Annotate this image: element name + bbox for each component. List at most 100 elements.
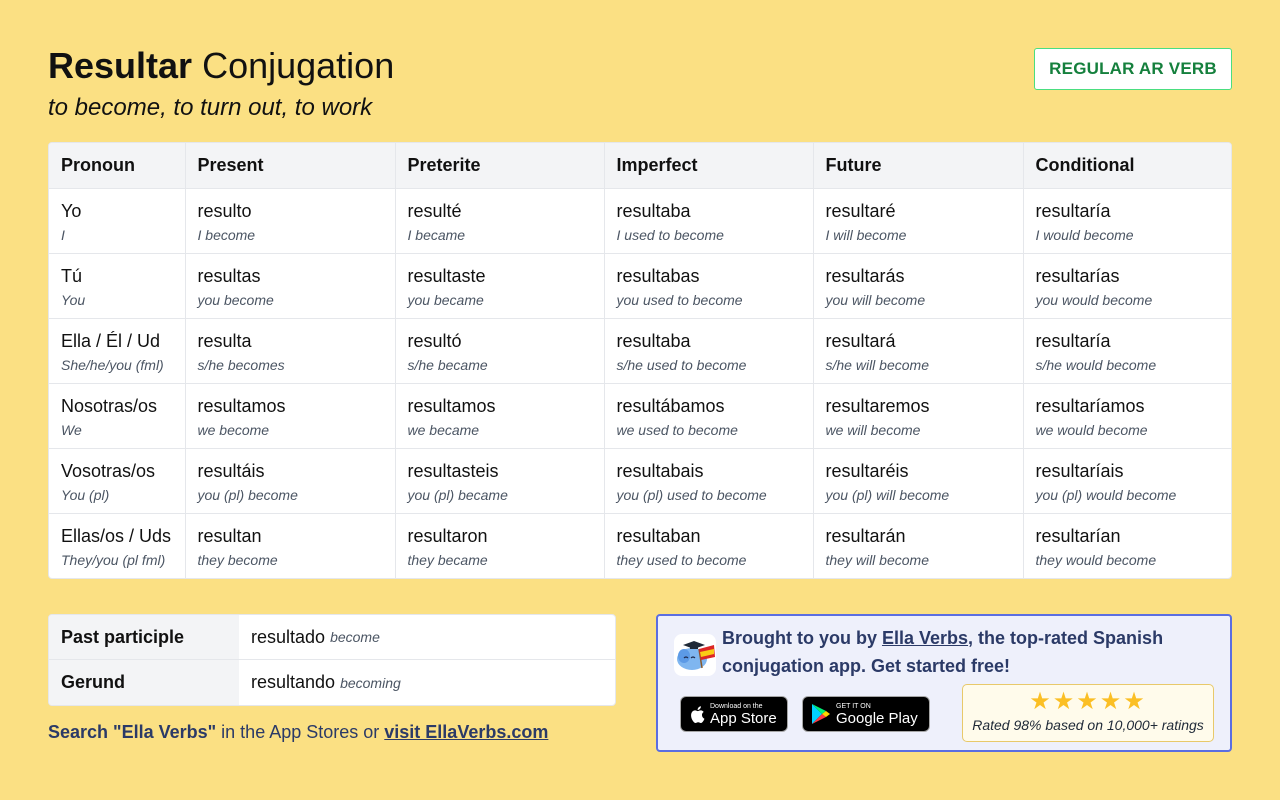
verb-form: resultasteis (407, 460, 499, 481)
verb-type-badge[interactable]: REGULAR AR VERB (1034, 48, 1232, 90)
verb-form: resulto (197, 200, 252, 221)
translation: they became (407, 551, 488, 568)
translation: become (330, 629, 380, 645)
verb-form: resultarías (1035, 265, 1120, 286)
search-text: in the App Stores or (216, 722, 385, 742)
conjugation-cell: resultarían they would become (1023, 513, 1231, 578)
conjugation-cell: resultarías you would become (1023, 253, 1231, 319)
pronoun-cell: Vosotras/os You (pl) (49, 448, 186, 514)
verb-form: resultan (197, 525, 262, 546)
table-row: Yo Iresulto I become resulté I became resulta… (49, 188, 1231, 254)
verb-form: resultabais (616, 460, 704, 481)
conjugation-cell: resultarás you will become (813, 253, 1024, 319)
conjugation-cell: resulté I became (395, 188, 605, 254)
verb-form: resultará (825, 330, 896, 351)
verb-form: resultaban (616, 525, 701, 546)
pronoun-translation: We (61, 421, 82, 438)
translation: they become (197, 551, 278, 568)
conjugation-cell: resultaban they used to become (604, 513, 814, 578)
column-header-pronoun: Pronoun (49, 143, 186, 189)
translation: we became (407, 421, 480, 438)
translation: you will become (825, 291, 926, 308)
conjugation-cell: resultasteis you (pl) became (395, 448, 605, 514)
translation: you (pl) used to become (616, 486, 767, 503)
pronoun: Nosotras/os (61, 395, 158, 416)
app-store-label: App Store (710, 709, 777, 727)
translation: we will become (825, 421, 921, 438)
verb-form: resultarás (825, 265, 905, 286)
pronoun: Tú (61, 265, 83, 286)
apple-icon (691, 705, 705, 723)
rating-text: Rated 98% based on 10,000+ ratings (972, 717, 1204, 733)
verb-form: resultaste (407, 265, 486, 286)
ella-verbs-logo-icon (674, 634, 716, 676)
app-store-button[interactable]: Download on the App Store (680, 696, 788, 732)
translation: s/he becomes (197, 356, 285, 373)
google-play-button[interactable]: GET IT ON Google Play (802, 696, 930, 732)
conjugation-cell: resultan they become (185, 513, 396, 578)
promo-box: Brought to you by Ella Verbs, the top-ra… (656, 614, 1232, 752)
verb-form: resultas (197, 265, 261, 286)
translation: you (pl) became (407, 486, 508, 503)
conjugation-cell: resultaremos we will become (813, 383, 1024, 449)
conjugation-cell: resulto I become (185, 188, 396, 254)
conjugation-table: Pronoun Present Preterite Imperfect Future Co… (48, 142, 1232, 579)
verb-form: resultaríais (1035, 460, 1124, 481)
translation: you (pl) would become (1035, 486, 1177, 503)
verb-form: resultarán (825, 525, 906, 546)
verb-form: resultaría (1035, 330, 1111, 351)
conjugation-cell: resultaste you became (395, 253, 605, 319)
pronoun: Yo (61, 200, 82, 221)
pronoun: Ellas/os / Uds (61, 525, 172, 546)
table-header-row: Pronoun Present Preterite Imperfect Future Co… (49, 143, 1231, 189)
column-header-present: Present (185, 143, 396, 189)
translation: we become (197, 421, 270, 438)
verb-form: resulta (197, 330, 252, 351)
conjugation-cell: resultaréis you (pl) will become (813, 448, 1024, 514)
search-app-line: Search "Ella Verbs" in the App Stores or… (48, 722, 548, 743)
verb-form: resultaron (407, 525, 488, 546)
translation: they would become (1035, 551, 1157, 568)
column-header-preterite: Preterite (395, 143, 605, 189)
verb-translation: to become, to turn out, to work (48, 94, 373, 121)
pronoun-translation: You (pl) (61, 486, 110, 503)
conjugation-cell: resultáis you (pl) become (185, 448, 396, 514)
table-row: Ellas/os / Uds They/you (pl fml) resultan t… (49, 513, 1231, 578)
verb-form: resultaríamos (1035, 395, 1145, 416)
translation: I would become (1035, 226, 1134, 243)
app-store-small: Download on the (710, 702, 763, 710)
pronoun-translation: They/you (pl fml) (61, 551, 166, 568)
visit-site-link[interactable]: visit EllaVerbs.com (384, 722, 548, 742)
translation: they used to become (616, 551, 747, 568)
row-label: Gerund (49, 660, 239, 705)
pronoun-translation: You (61, 291, 86, 308)
conjugation-cell: resultas you become (185, 253, 396, 319)
translation: you would become (1035, 291, 1153, 308)
conjugation-cell: resultábamos we used to become (604, 383, 814, 449)
translation: you become (197, 291, 274, 308)
verb-form: resultaremos (825, 395, 930, 416)
verb-form: resultaría (1035, 200, 1111, 221)
conjugation-cell: resulta s/he becomes (185, 318, 396, 384)
pronoun-cell: Ella / Él / Ud She/he/you (fml) (49, 318, 186, 384)
conjugation-cell: resultaba s/he used to become (604, 318, 814, 384)
table-row: Tú You resultas you become resultaste you bec… (49, 253, 1231, 319)
past-participle-row: Past participle resultado become (49, 615, 615, 660)
participle-gerund-table: Past participle resultado become Gerund r… (48, 614, 616, 706)
table-row: Vosotras/os You (pl) resultáis you (pl) bec… (49, 448, 1231, 514)
pronoun-cell: Nosotras/os We (49, 383, 186, 449)
conjugation-cell: resultó s/he became (395, 318, 605, 384)
verb-form: resultado (251, 626, 326, 647)
google-play-icon (812, 704, 830, 724)
page-title: Resultar Conjugation (48, 44, 394, 88)
conjugation-cell: resultaba I used to become (604, 188, 814, 254)
verb-form: resultaré (825, 200, 896, 221)
verb-name: Resultar (48, 45, 193, 86)
ella-verbs-link[interactable]: Ella Verbs (882, 628, 968, 648)
gerund-row: Gerund resultando becoming (49, 660, 615, 705)
translation: I will become (825, 226, 907, 243)
verb-form: resultáis (197, 460, 265, 481)
column-header-future: Future (813, 143, 1024, 189)
conjugation-cell: resultaría I would become (1023, 188, 1231, 254)
pronoun-cell: Tú You (49, 253, 186, 319)
